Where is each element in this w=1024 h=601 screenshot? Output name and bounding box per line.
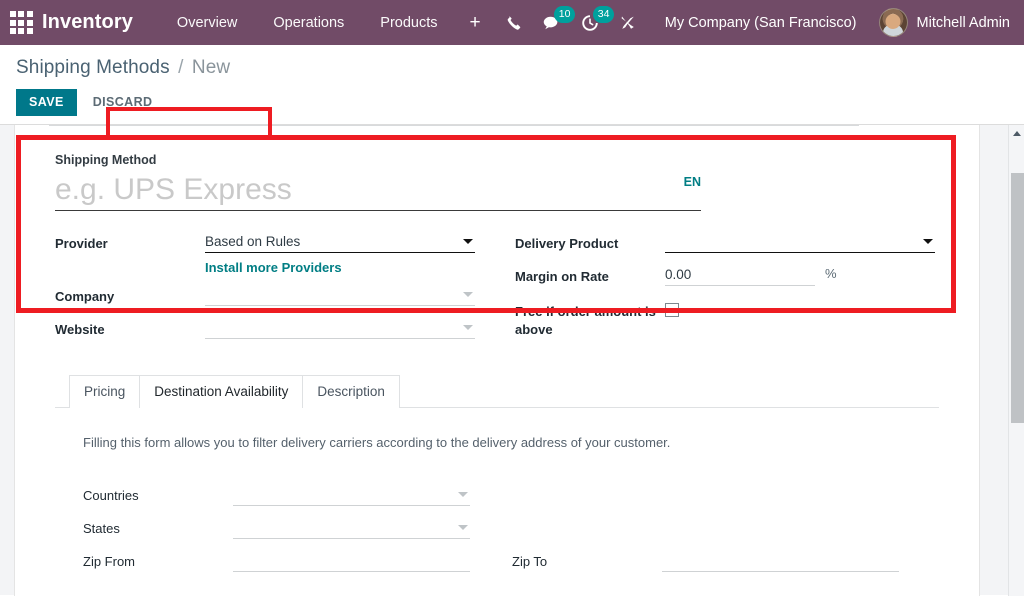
panel-column-right: Zip To <box>512 484 899 583</box>
breadcrumb-shipping-methods[interactable]: Shipping Methods <box>16 57 170 78</box>
company-select[interactable] <box>205 284 475 306</box>
zip-from-label: Zip From <box>83 550 233 571</box>
content-area: Shipping Method e.g. UPS Express EN Prov… <box>0 124 1024 595</box>
user-name-label: Mitchell Admin <box>917 15 1010 31</box>
form-columns: Provider Based on Rules Install more Pro… <box>55 231 939 345</box>
provider-select[interactable]: Based on Rules <box>205 231 475 253</box>
messages-icon[interactable]: 10 <box>532 0 571 45</box>
shipping-method-placeholder: e.g. UPS Express <box>55 172 292 208</box>
language-badge-en[interactable]: EN <box>684 175 701 189</box>
field-countries-row: Countries <box>83 484 470 511</box>
zip-from-input[interactable] <box>233 550 470 572</box>
form-column-left: Provider Based on Rules Install more Pro… <box>55 231 475 345</box>
breadcrumb-separator: / <box>175 57 186 78</box>
menu-item-products[interactable]: Products <box>362 15 455 31</box>
margin-on-rate-input[interactable]: 0.00 <box>665 264 815 286</box>
countries-select[interactable] <box>233 484 470 506</box>
field-company-row: Company <box>55 284 475 311</box>
free-if-order-above-checkbox[interactable] <box>665 303 679 317</box>
tools-icon[interactable] <box>609 0 647 45</box>
provider-label: Provider <box>55 231 205 253</box>
company-label: Company <box>55 284 205 306</box>
shipping-method-input[interactable]: e.g. UPS Express <box>55 169 701 211</box>
shipping-method-label: Shipping Method <box>55 153 701 167</box>
notebook: Pricing Destination Availability Descrip… <box>55 375 939 583</box>
percent-suffix: % <box>825 264 837 281</box>
chevron-down-icon <box>458 492 468 497</box>
menu-item-overview[interactable]: Overview <box>159 15 255 31</box>
chevron-down-icon <box>463 239 473 244</box>
breadcrumb: Shipping Methods / New <box>16 57 1024 79</box>
states-label: States <box>83 517 233 538</box>
discard-button[interactable]: DISCARD <box>81 89 165 115</box>
destination-availability-panel: Filling this form allows you to filter d… <box>55 407 939 583</box>
title-field-group: Shipping Method e.g. UPS Express EN <box>55 153 701 211</box>
vertical-scrollbar[interactable] <box>1008 125 1024 596</box>
panel-help-note: Filling this form allows you to filter d… <box>83 434 899 452</box>
field-delivery-product-row: Delivery Product <box>515 231 935 258</box>
tab-pricing[interactable]: Pricing <box>69 375 140 408</box>
add-menu-plus-icon[interactable]: + <box>456 13 495 32</box>
tab-description[interactable]: Description <box>302 375 400 408</box>
install-more-providers-link[interactable]: Install more Providers <box>205 260 475 275</box>
avatar <box>879 8 908 37</box>
control-panel: Shipping Methods / New SAVE DISCARD <box>0 45 1024 116</box>
field-zip-from-row: Zip From <box>83 550 470 577</box>
website-select[interactable] <box>205 317 475 339</box>
field-provider-row: Provider Based on Rules Install more Pro… <box>55 231 475 283</box>
sheet-top-divider <box>49 125 859 126</box>
chevron-down-icon <box>923 239 933 244</box>
form-column-right: Delivery Product Margin on Rate <box>515 231 935 345</box>
form-sheet: Shipping Method e.g. UPS Express EN Prov… <box>14 125 980 596</box>
field-zip-to-row: Zip To <box>512 550 899 577</box>
app-brand-inventory[interactable]: Inventory <box>42 11 133 34</box>
top-navbar: Inventory Overview Operations Products +… <box>0 0 1024 45</box>
main-menu: Overview Operations Products + <box>159 13 495 32</box>
countries-label: Countries <box>83 484 233 505</box>
field-website-row: Website <box>55 317 475 344</box>
breadcrumb-current-new: New <box>192 57 230 78</box>
delivery-product-label: Delivery Product <box>515 231 665 253</box>
navbar-right-zone: 10 34 My Company (San Francisco) Mitchel… <box>495 0 1010 45</box>
activities-icon[interactable]: 34 <box>571 0 609 45</box>
field-states-row: States <box>83 517 470 544</box>
user-menu[interactable]: Mitchell Admin <box>871 8 1010 37</box>
website-label: Website <box>55 317 205 339</box>
panel-column-left: Countries States <box>83 484 470 583</box>
menu-item-operations[interactable]: Operations <box>255 15 362 31</box>
tab-destination-availability[interactable]: Destination Availability <box>139 375 303 408</box>
margin-on-rate-label: Margin on Rate <box>515 264 665 286</box>
chevron-down-icon <box>458 525 468 530</box>
chevron-down-icon <box>463 325 473 330</box>
field-free-if-above-row: Free if order amount is above <box>515 299 935 339</box>
free-if-order-above-label: Free if order amount is above <box>515 299 665 339</box>
delivery-product-select[interactable] <box>665 231 935 253</box>
margin-on-rate-value: 0.00 <box>665 267 691 282</box>
notebook-tabs: Pricing Destination Availability Descrip… <box>55 375 939 408</box>
states-select[interactable] <box>233 517 470 539</box>
field-margin-on-rate-row: Margin on Rate 0.00 % <box>515 264 935 291</box>
scroll-up-arrow-icon[interactable] <box>1009 125 1024 142</box>
provider-value: Based on Rules <box>205 234 300 249</box>
zip-to-label: Zip To <box>512 550 662 571</box>
save-button[interactable]: SAVE <box>16 89 77 116</box>
chevron-down-icon <box>463 292 473 297</box>
vertical-scroll-thumb[interactable] <box>1011 173 1024 423</box>
phone-icon[interactable] <box>495 0 532 45</box>
record-action-buttons: SAVE DISCARD <box>16 88 1024 116</box>
zip-to-input[interactable] <box>662 550 899 572</box>
active-company-label[interactable]: My Company (San Francisco) <box>647 15 871 31</box>
panel-fields: Countries States <box>83 484 899 583</box>
apps-grid-icon[interactable] <box>8 10 34 36</box>
